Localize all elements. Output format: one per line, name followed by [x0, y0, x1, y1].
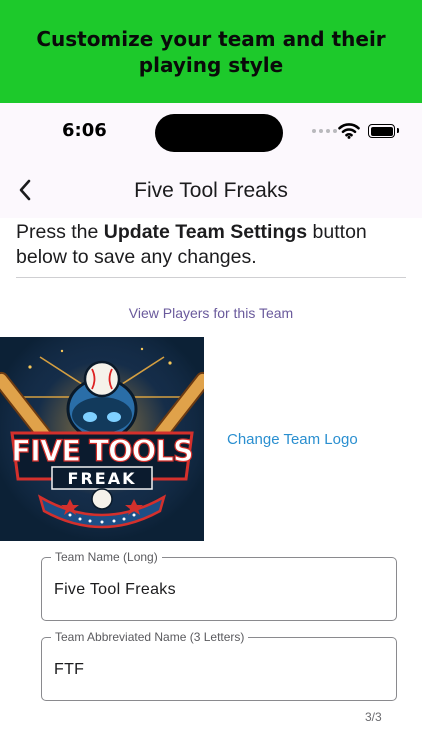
logo-word-five: FIVE [11, 434, 80, 468]
status-time: 6:06 [62, 120, 107, 141]
status-bar: 6:06 [0, 103, 422, 163]
team-abbreviated-name-value[interactable]: FTF [54, 661, 84, 679]
phone-header: 6:06 Five Tool Freaks [0, 103, 422, 218]
team-name-long-label: Team Name (Long) [51, 550, 162, 564]
team-logo[interactable]: FIVE TOOLS FREAK [0, 337, 204, 541]
team-name-long-field[interactable]: Team Name (Long) Five Tool Freaks [41, 550, 397, 621]
navigation-bar: Five Tool Freaks [0, 163, 422, 218]
logo-word-tools: TOOLS [89, 434, 192, 468]
wifi-icon [338, 123, 360, 139]
logo-word-freak: FREAK [68, 469, 137, 488]
instructions-button-name: Update Team Settings [103, 221, 308, 243]
nav-title: Five Tool Freaks [134, 179, 288, 202]
character-counter: 3/3 [365, 710, 382, 724]
instructions-text: Press the Update Team Settings button be… [16, 220, 411, 270]
instructions-prefix: Press the [16, 221, 104, 243]
banner-text: Customize your team and their playing st… [36, 26, 386, 77]
divider [16, 277, 406, 278]
team-name-long-value[interactable]: Five Tool Freaks [54, 581, 176, 599]
team-abbreviated-name-label: Team Abbreviated Name (3 Letters) [51, 630, 249, 644]
team-abbreviated-name-field[interactable]: Team Abbreviated Name (3 Letters) FTF [41, 630, 397, 701]
promo-banner: Customize your team and their playing st… [0, 0, 422, 103]
cellular-signal-icon [312, 129, 337, 133]
change-team-logo-link[interactable]: Change Team Logo [227, 431, 358, 448]
svg-text:FIVE TOOLS: FIVE TOOLS [11, 434, 192, 468]
battery-icon [368, 124, 399, 138]
team-logo-image: FIVE TOOLS FREAK [0, 337, 204, 541]
team-settings-form: Press the Update Team Settings button be… [0, 218, 422, 750]
view-players-link[interactable]: View Players for this Team [0, 305, 422, 321]
dynamic-island [155, 114, 283, 152]
